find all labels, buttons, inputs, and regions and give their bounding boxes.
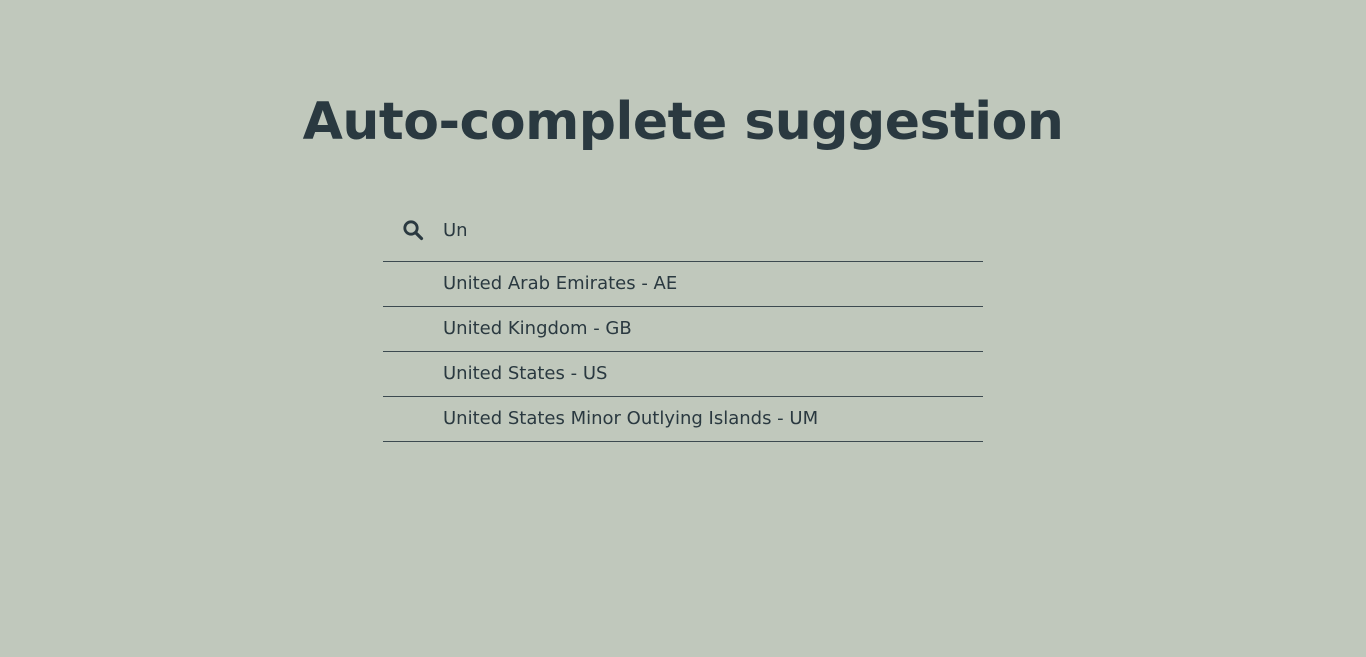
- search-icon: [402, 219, 424, 241]
- suggestion-item[interactable]: United Arab Emirates - AE: [383, 262, 983, 307]
- page-title: Auto-complete suggestion: [302, 92, 1064, 152]
- search-input[interactable]: [443, 214, 963, 246]
- suggestion-item[interactable]: United States - US: [383, 352, 983, 397]
- autocomplete-widget: United Arab Emirates - AE United Kingdom…: [383, 200, 983, 442]
- suggestion-item[interactable]: United States Minor Outlying Islands - U…: [383, 397, 983, 442]
- suggestion-item[interactable]: United Kingdom - GB: [383, 307, 983, 352]
- suggestion-list: United Arab Emirates - AE United Kingdom…: [383, 262, 983, 442]
- search-box: [383, 200, 983, 262]
